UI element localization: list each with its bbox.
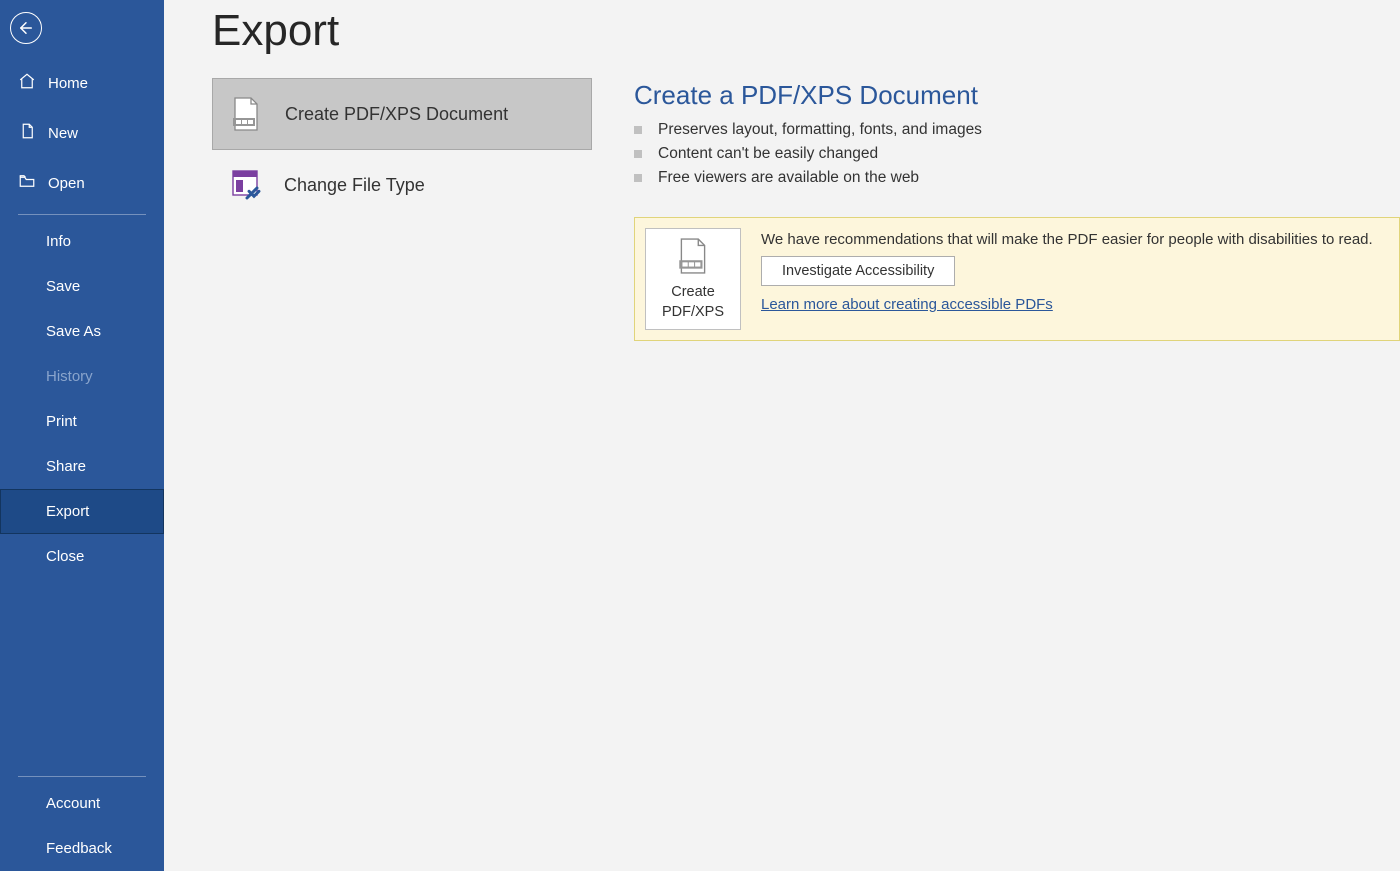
sidebar-item-label: Save As bbox=[46, 323, 101, 340]
export-details: Create a PDF/XPS Document Preserves layo… bbox=[634, 78, 1400, 341]
sidebar-item-label: History bbox=[46, 368, 93, 385]
open-folder-icon bbox=[18, 172, 36, 194]
details-bullet: Preserves layout, formatting, fonts, and… bbox=[634, 121, 1400, 139]
sidebar-item-export[interactable]: Export bbox=[0, 489, 164, 534]
bullet-text: Preserves layout, formatting, fonts, and… bbox=[658, 121, 982, 139]
sidebar-item-label: Save bbox=[46, 278, 80, 295]
sidebar-item-label: Home bbox=[48, 75, 88, 92]
option-create-pdf-xps[interactable]: Create PDF/XPS Document bbox=[212, 78, 592, 150]
investigate-accessibility-button[interactable]: Investigate Accessibility bbox=[761, 256, 955, 286]
details-bullet: Content can't be easily changed bbox=[634, 145, 1400, 163]
sidebar-item-label: Print bbox=[46, 413, 77, 430]
sidebar-item-label: Export bbox=[46, 503, 89, 520]
back-button[interactable] bbox=[10, 12, 42, 44]
sidebar-item-label: Close bbox=[46, 548, 84, 565]
bullet-icon bbox=[634, 126, 642, 134]
sidebar-item-label: Open bbox=[48, 175, 85, 192]
button-label-line1: Create bbox=[671, 284, 715, 301]
sidebar-item-info[interactable]: Info bbox=[0, 219, 164, 264]
bullet-text: Free viewers are available on the web bbox=[658, 169, 919, 187]
sidebar-item-feedback[interactable]: Feedback bbox=[0, 826, 164, 871]
bullet-icon bbox=[634, 174, 642, 182]
pdf-document-icon bbox=[229, 95, 263, 133]
accessibility-callout: Create PDF/XPS We have recommendations t… bbox=[634, 217, 1400, 341]
export-pane: Export Create PDF/XPS Document bbox=[164, 0, 1400, 871]
option-label: Create PDF/XPS Document bbox=[285, 104, 508, 125]
details-heading: Create a PDF/XPS Document bbox=[634, 80, 1400, 111]
sidebar-item-print[interactable]: Print bbox=[0, 399, 164, 444]
option-label: Change File Type bbox=[284, 175, 425, 196]
change-file-type-icon bbox=[228, 166, 262, 204]
sidebar-item-label: Share bbox=[46, 458, 86, 475]
sidebar-item-new[interactable]: New bbox=[0, 108, 164, 158]
sidebar-item-label: Feedback bbox=[46, 840, 112, 857]
export-option-list: Create PDF/XPS Document Change File Type bbox=[212, 78, 592, 341]
arrow-left-icon bbox=[17, 19, 35, 37]
callout-body: We have recommendations that will make t… bbox=[761, 228, 1389, 314]
learn-more-link[interactable]: Learn more about creating accessible PDF… bbox=[761, 296, 1053, 313]
callout-message: We have recommendations that will make t… bbox=[761, 231, 1389, 248]
sidebar-divider bbox=[18, 776, 146, 777]
sidebar-item-label: New bbox=[48, 125, 78, 142]
sidebar-item-history: History bbox=[0, 354, 164, 399]
page-title: Export bbox=[212, 6, 1400, 56]
sidebar-item-save-as[interactable]: Save As bbox=[0, 309, 164, 354]
bullet-text: Content can't be easily changed bbox=[658, 145, 878, 163]
sidebar-item-home[interactable]: Home bbox=[0, 58, 164, 108]
sidebar-item-label: Account bbox=[46, 795, 100, 812]
sidebar-item-save[interactable]: Save bbox=[0, 264, 164, 309]
home-icon bbox=[18, 72, 36, 94]
details-bullet-list: Preserves layout, formatting, fonts, and… bbox=[634, 121, 1400, 187]
backstage-sidebar: Home New Open Info Save Save As History … bbox=[0, 0, 164, 871]
sidebar-item-label: Info bbox=[46, 233, 71, 250]
sidebar-item-close[interactable]: Close bbox=[0, 534, 164, 579]
export-columns: Create PDF/XPS Document Change File Type… bbox=[212, 78, 1400, 341]
create-pdf-xps-button[interactable]: Create PDF/XPS bbox=[645, 228, 741, 330]
option-change-file-type[interactable]: Change File Type bbox=[212, 150, 592, 220]
sidebar-item-account[interactable]: Account bbox=[0, 781, 164, 826]
sidebar-divider bbox=[18, 214, 146, 215]
details-bullet: Free viewers are available on the web bbox=[634, 169, 1400, 187]
new-file-icon bbox=[18, 122, 36, 144]
button-label-line2: PDF/XPS bbox=[662, 304, 724, 321]
sidebar-item-share[interactable]: Share bbox=[0, 444, 164, 489]
pdf-document-icon bbox=[676, 237, 710, 280]
bullet-icon bbox=[634, 150, 642, 158]
sidebar-item-open[interactable]: Open bbox=[0, 158, 164, 208]
